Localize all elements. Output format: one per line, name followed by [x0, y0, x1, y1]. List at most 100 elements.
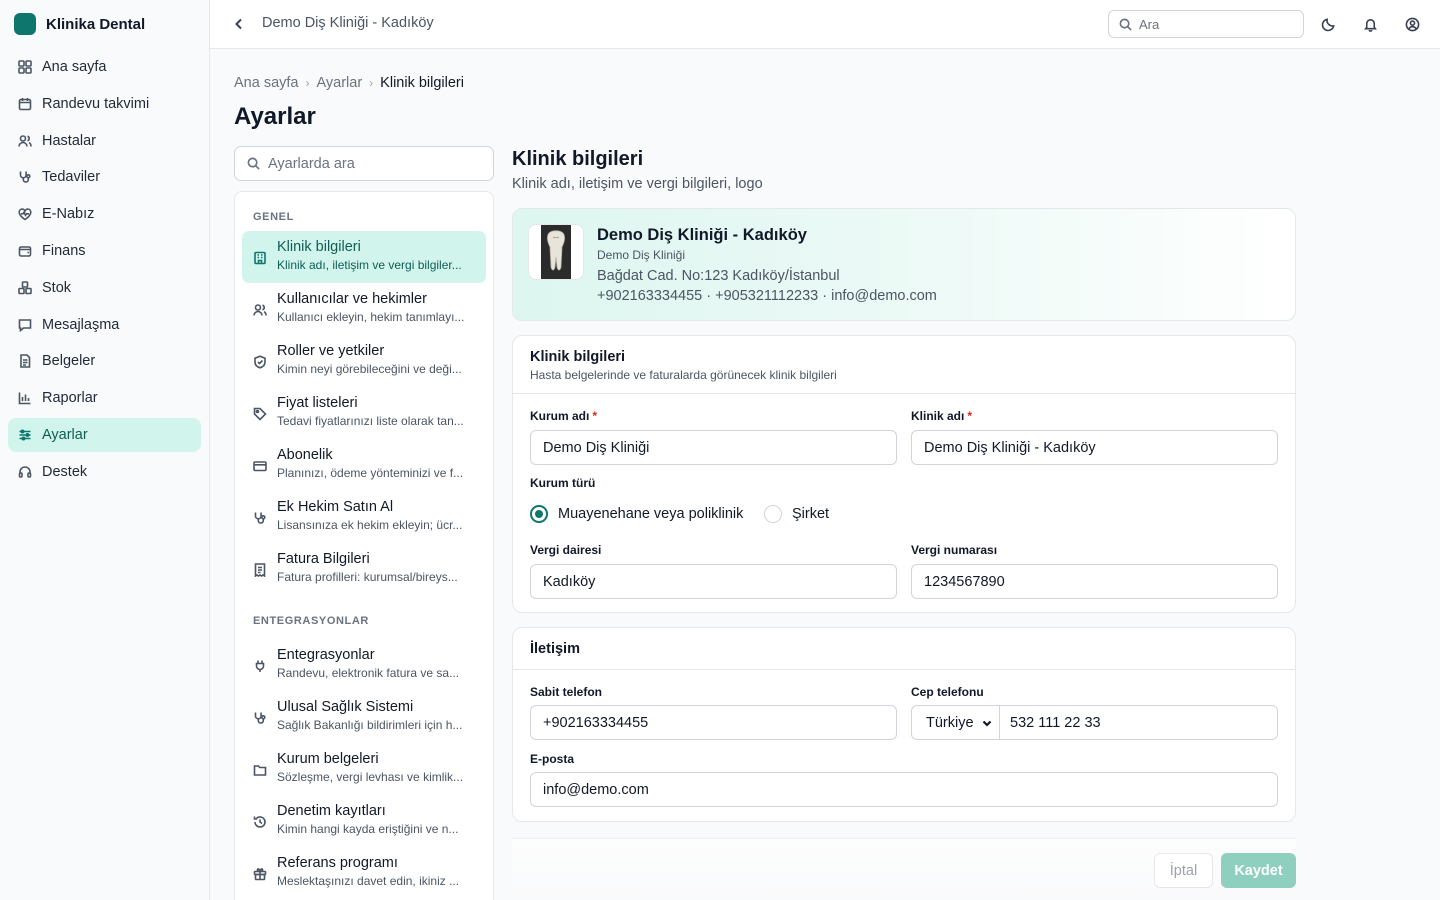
sidebar-item-ayarlar[interactable]: Ayarlar — [8, 417, 201, 452]
moon-icon — [1321, 17, 1335, 31]
settings-item-title: Denetim kayıtları — [277, 803, 386, 819]
settings-item-denetim-kayitlari[interactable]: Denetim kayıtları Kimin hangi kayda eriş… — [242, 795, 486, 847]
calendar-icon — [18, 97, 32, 111]
sidebar-item-label: Hastalar — [42, 132, 96, 149]
landline-input[interactable] — [530, 705, 897, 740]
clinic-contact: +902163334455 · +905321112233 · info@dem… — [597, 288, 937, 304]
tag-icon — [253, 407, 267, 421]
settings-item-roller[interactable]: Roller ve yetkiler Kimin neyi görebilece… — [242, 335, 486, 387]
email-input[interactable] — [530, 772, 1278, 807]
settings-item-fiyat-listeleri[interactable]: Fiyat listeleri Tedavi fiyatlarınızı lis… — [242, 387, 486, 439]
brand-logo-icon — [14, 13, 36, 35]
mobile-number-input[interactable] — [1000, 706, 1277, 739]
settings-item-klinik-bilgileri[interactable]: Klinik bilgileri Klinik adı, iletişim ve… — [242, 231, 486, 283]
settings-item-title: Kullanıcılar ve hekimler — [277, 291, 427, 307]
document-icon — [18, 354, 32, 369]
settings-item-desc: Lisansınıza ek hekim ekleyin; ücr... — [277, 518, 463, 532]
wallet-icon — [18, 244, 32, 258]
brand-name: Klinika Dental — [46, 15, 146, 33]
settings-item-title: Klinik bilgileri — [277, 239, 361, 255]
sidebar-item-label: Ayarlar — [42, 426, 88, 443]
settings-item-title: Ulusal Sağlık Sistemi — [277, 699, 414, 715]
tax-number-input[interactable] — [911, 564, 1278, 599]
building-icon — [253, 251, 267, 265]
radio-sirket[interactable]: Şirket — [764, 505, 829, 523]
country-value: Türkiye — [926, 714, 974, 731]
sidebar-item-hastalar[interactable]: Hastalar — [8, 124, 201, 158]
radio-dot — [530, 505, 548, 523]
settings-item-kullanicilar[interactable]: Kullanıcılar ve hekimler Kullanıcı ekley… — [242, 283, 486, 335]
save-button[interactable]: Kaydet — [1221, 853, 1296, 888]
settings-item-title: Fatura Bilgileri — [277, 551, 370, 567]
settings-item-fatura-bilgileri[interactable]: Fatura Bilgileri Fatura profilleri: kuru… — [242, 543, 486, 595]
settings-search-input[interactable] — [268, 155, 468, 172]
sidebar-item-label: E-Nabız — [42, 206, 95, 223]
sidebar-item-raporlar[interactable]: Raporlar — [8, 381, 201, 415]
sidebar-item-randevu-takvimi[interactable]: Randevu takvimi — [8, 87, 201, 121]
sidebar-item-e-nabiz[interactable]: E-Nabız — [8, 197, 201, 231]
sidebar-item-mesajlasma[interactable]: Mesajlaşma — [8, 308, 201, 342]
institution-name-input[interactable] — [530, 430, 897, 465]
settings-item-desc: Kullanıcı ekleyin, hekim tanımlayı... — [277, 310, 465, 324]
stethoscope-icon — [253, 511, 267, 525]
sidebar-item-ana-sayfa[interactable]: Ana sayfa — [8, 50, 201, 84]
sidebar-item-destek[interactable]: Destek — [8, 455, 201, 489]
account-button[interactable] — [1402, 14, 1422, 34]
theme-toggle-button[interactable] — [1318, 14, 1338, 34]
heart-pulse-icon — [18, 207, 32, 221]
tax-office-input[interactable] — [530, 564, 897, 599]
clinic-info-card: Klinik bilgileri Hasta belgelerinde ve f… — [512, 335, 1296, 613]
clinic-logo[interactable] — [528, 224, 584, 280]
group-label-integrations: ENTEGRASYONLAR — [253, 615, 369, 627]
breadcrumb-settings[interactable]: Ayarlar — [317, 75, 363, 91]
settings-search[interactable] — [234, 146, 494, 181]
settings-item-referans[interactable]: Referans programı Meslektaşınızı davet e… — [242, 847, 486, 899]
search-icon — [1119, 18, 1132, 31]
sidebar-item-label: Raporlar — [42, 390, 98, 407]
tax-office-label: Vergi dairesi — [530, 543, 602, 557]
settings-item-title: Roller ve yetkiler — [277, 343, 385, 359]
settings-item-desc: Randevu, elektronik fatura ve sa... — [277, 666, 460, 680]
clinic-address: Bağdat Cad. No:123 Kadıköy/İstanbul — [597, 268, 840, 284]
sidebar-item-stok[interactable]: Stok — [8, 271, 201, 305]
sidebar-item-label: Randevu takvimi — [42, 95, 150, 112]
settings-item-kurum-belgeleri[interactable]: Kurum belgeleri Sözleşme, vergi levhası … — [242, 743, 486, 795]
sidebar: Klinika Dental Ana sayfa Randevu takvimi… — [0, 0, 210, 900]
message-icon — [18, 318, 32, 332]
sidebar-item-finans[interactable]: Finans — [8, 234, 201, 268]
clinic-name-input[interactable] — [911, 430, 1278, 465]
notifications-button[interactable] — [1360, 14, 1380, 34]
sidebar-item-tedaviler[interactable]: Tedaviler — [8, 160, 201, 194]
gift-icon — [253, 867, 267, 881]
stethoscope-icon — [18, 170, 32, 184]
radio-muayenehane[interactable]: Muayenehane veya poliklinik — [530, 505, 743, 523]
settings-item-entegrasyonlar[interactable]: Entegrasyonlar Randevu, elektronik fatur… — [242, 639, 486, 691]
breadcrumb-home[interactable]: Ana sayfa — [234, 75, 299, 91]
clinic-institution-name: Demo Diş Kliniği — [597, 248, 686, 262]
back-button[interactable] — [230, 14, 248, 34]
settings-item-ek-hekim[interactable]: Ek Hekim Satın Al Lisansınıza ek hekim e… — [242, 491, 486, 543]
sidebar-item-belgeler[interactable]: Belgeler — [8, 344, 201, 378]
search-icon — [247, 157, 260, 170]
settings-menu: GENEL Klinik bilgileri Klinik adı, ileti… — [234, 191, 494, 900]
mobile-phone-field: Türkiye — [911, 705, 1278, 740]
users-icon — [18, 134, 32, 148]
chevron-down-icon — [982, 720, 992, 727]
card-header: Klinik bilgileri Hasta belgelerinde ve f… — [513, 336, 1295, 394]
email-label: E-posta — [530, 752, 575, 766]
landline-label: Sabit telefon — [530, 685, 603, 699]
chevron-left-icon — [235, 18, 242, 30]
country-select[interactable]: Türkiye — [912, 706, 1000, 739]
section-subtitle: Klinik adı, iletişim ve vergi bilgileri,… — [512, 176, 763, 192]
grid-icon — [18, 60, 32, 74]
history-icon — [253, 815, 267, 829]
breadcrumb-current: Klinik bilgileri — [380, 75, 464, 91]
settings-item-abonelik[interactable]: Abonelik Planınızı, ödeme yönteminizi ve… — [242, 439, 486, 491]
global-search-input[interactable] — [1139, 16, 1289, 32]
settings-item-ulusal-saglik[interactable]: Ulusal Sağlık Sistemi Sağlık Bakanlığı b… — [242, 691, 486, 743]
brand[interactable]: Klinika Dental — [0, 0, 209, 48]
global-search[interactable] — [1108, 10, 1304, 38]
settings-item-desc: Sağlık Bakanlığı bildirimleri için h... — [277, 718, 463, 732]
cancel-button[interactable]: İptal — [1154, 853, 1213, 888]
plug-icon — [253, 659, 267, 673]
